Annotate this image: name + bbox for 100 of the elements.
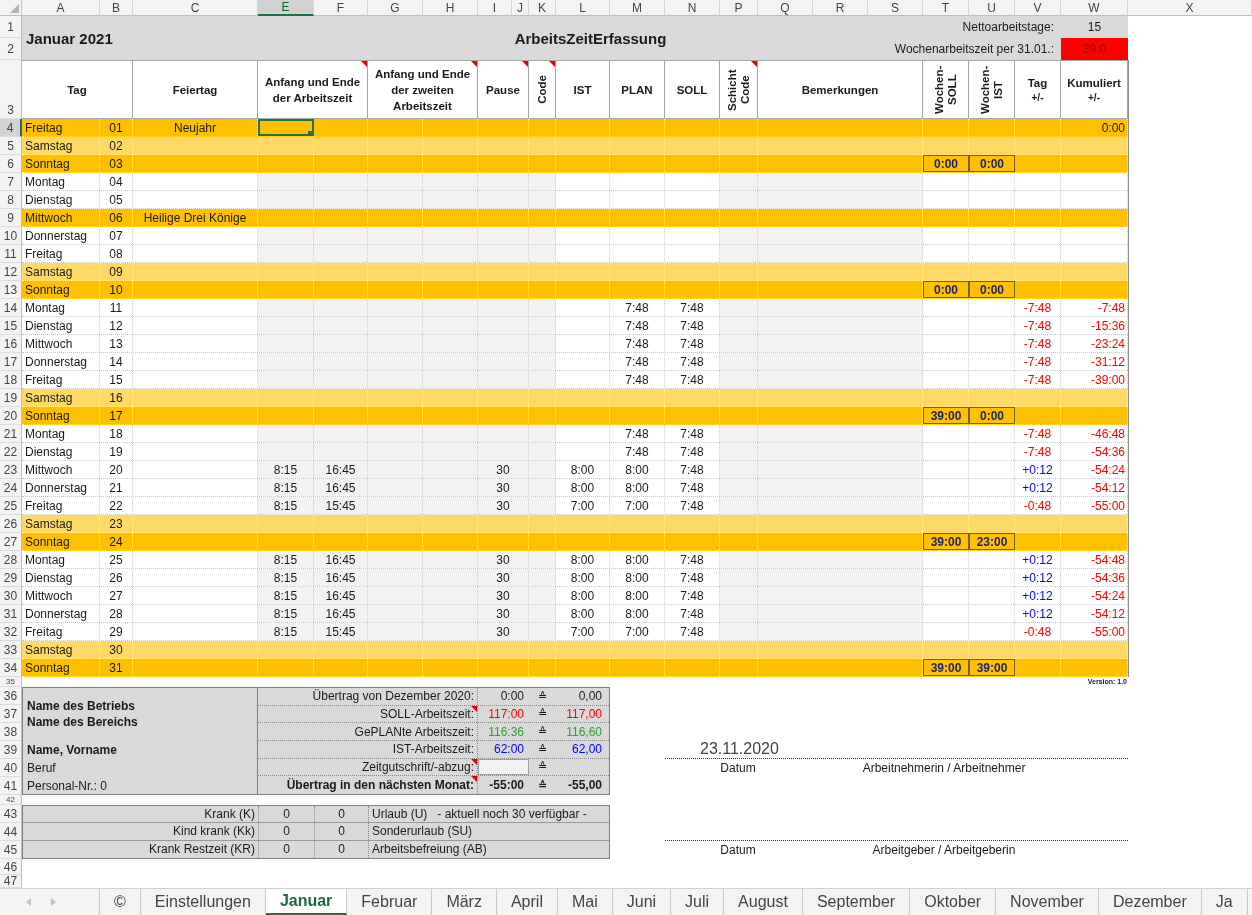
table-cell: 01 xyxy=(100,119,133,136)
sheet-tab[interactable]: April xyxy=(496,889,558,915)
row-header[interactable]: 46 xyxy=(0,859,22,875)
table-cell: 16:45 xyxy=(314,461,368,478)
selected-cell[interactable] xyxy=(258,119,314,136)
row-header[interactable]: 21 xyxy=(0,425,22,443)
row-header[interactable]: 29 xyxy=(0,569,22,587)
sheet-tab[interactable]: Juni xyxy=(612,889,672,915)
table-cell: 8:15 xyxy=(258,569,314,586)
row-header[interactable]: 23 xyxy=(0,461,22,479)
table-cell: 7:48 xyxy=(610,425,665,442)
row-header[interactable]: 45 xyxy=(0,841,22,859)
row-header[interactable]: 31 xyxy=(0,605,22,623)
signature-label: Arbeitgeber / Arbeitgeberin xyxy=(872,843,1016,857)
row-header[interactable]: 18 xyxy=(0,371,22,389)
row-header[interactable]: 11 xyxy=(0,245,22,263)
table-cell: 29 xyxy=(100,623,133,640)
row-header[interactable]: 3 xyxy=(0,60,22,119)
row-header[interactable]: 40 xyxy=(0,759,22,777)
row-header[interactable]: 27 xyxy=(0,533,22,551)
row-header[interactable]: 16 xyxy=(0,335,22,353)
row-header[interactable]: 24 xyxy=(0,479,22,497)
row-header[interactable]: 28 xyxy=(0,551,22,569)
row-header[interactable]: 5 xyxy=(0,137,22,155)
table-cell: -54:48 xyxy=(1061,551,1128,568)
column-heading: Feiertag xyxy=(172,82,218,98)
row-header[interactable]: 37 xyxy=(0,705,22,723)
row-header[interactable]: 7 xyxy=(0,173,22,191)
caret-right-icon[interactable] xyxy=(51,898,56,906)
sheet-tab[interactable]: © xyxy=(100,889,141,915)
row-header[interactable]: 44 xyxy=(0,823,22,841)
table-cell: +0:12 xyxy=(1015,605,1061,622)
table-cell: 09 xyxy=(100,263,133,280)
table-cell: Samstag xyxy=(22,389,100,406)
signature-line[interactable]: 23.11.2020 xyxy=(665,723,1128,759)
table-cell: -7:48 xyxy=(1015,371,1061,388)
row-header[interactable]: 34 xyxy=(0,659,22,677)
table-cell: 8:00 xyxy=(556,569,610,586)
row-header[interactable]: 33 xyxy=(0,641,22,659)
table-cell-text: 62:00 xyxy=(492,741,525,758)
row-header[interactable]: 4 xyxy=(0,119,22,137)
row-header[interactable]: 12 xyxy=(0,263,22,281)
row-header[interactable]: 14 xyxy=(0,299,22,317)
table-cell: 8:00 xyxy=(610,569,665,586)
table-cell: -0:48 xyxy=(1015,623,1061,640)
table-cell: -55:00 xyxy=(1061,497,1128,514)
row-header[interactable]: 41 xyxy=(0,777,22,795)
row-header[interactable]: 32 xyxy=(0,623,22,641)
row-header[interactable]: 15 xyxy=(0,317,22,335)
sheet-tab[interactable]: Oktober xyxy=(910,889,997,915)
sheet-tab[interactable]: Ja xyxy=(1201,889,1248,915)
row-header[interactable]: 38 xyxy=(0,723,22,741)
column-header[interactable]: X xyxy=(1128,0,1252,16)
sheet-tab[interactable]: Februar xyxy=(347,889,433,915)
column-heading: Tag xyxy=(67,82,87,98)
table-cell: Freitag xyxy=(22,371,100,388)
row-header[interactable]: 19 xyxy=(0,389,22,407)
triangle-icon[interactable] xyxy=(10,4,19,13)
row-header[interactable]: 43 xyxy=(0,805,22,823)
table-cell: -55:00 xyxy=(1061,623,1128,640)
row-header[interactable]: 22 xyxy=(0,443,22,461)
sheet-tab[interactable]: März xyxy=(432,889,497,915)
sheet-tab[interactable]: September xyxy=(802,889,911,915)
sheet-tab[interactable]: November xyxy=(996,889,1099,915)
table-cell: Kind krank (Kk) xyxy=(23,823,259,840)
row-header[interactable]: 20 xyxy=(0,407,22,425)
table-cell: -54:24 xyxy=(1061,587,1128,604)
row-header[interactable]: 30 xyxy=(0,587,22,605)
row-header[interactable]: 13 xyxy=(0,281,22,299)
row-header[interactable]: 9 xyxy=(0,209,22,227)
table-cell: 30 xyxy=(478,569,529,586)
table-cell: 7:48 xyxy=(610,299,665,316)
row-header[interactable]: 36 xyxy=(0,687,22,705)
sheet-tab[interactable]: August xyxy=(724,889,803,915)
sheet-tab[interactable]: Einstellungen xyxy=(140,889,266,915)
week-total-cell: 39:00 xyxy=(923,407,969,424)
table-cell: Sonntag xyxy=(22,407,100,424)
row-header[interactable]: 10 xyxy=(0,227,22,245)
leave-type-label: Sonderurlaub (SU) xyxy=(372,824,473,839)
row-header[interactable]: 6 xyxy=(0,155,22,173)
week-total-cell: 39:00 xyxy=(923,533,969,550)
column-header[interactable]: E xyxy=(258,0,314,16)
row-header[interactable]: 47 xyxy=(0,875,22,888)
table-cell: -7:48 xyxy=(1015,353,1061,370)
row-header[interactable]: 39 xyxy=(0,741,22,759)
row-header[interactable]: 26 xyxy=(0,515,22,533)
row-header[interactable]: 1 xyxy=(0,16,22,38)
table-cell: Montag xyxy=(22,299,100,316)
sheet-tab[interactable]: Juli xyxy=(671,889,725,915)
sheet-tab[interactable]: Januar xyxy=(265,889,348,915)
sheet-tab[interactable]: Mai xyxy=(557,889,613,915)
row-header[interactable]: 25 xyxy=(0,497,22,515)
row-header[interactable]: 8 xyxy=(0,191,22,209)
net-days-label: Nettoarbeitstage: xyxy=(962,20,1054,34)
table-cell: 7:48 xyxy=(610,335,665,352)
row-header[interactable]: 17 xyxy=(0,353,22,371)
sheet-tab[interactable]: Dezember xyxy=(1098,889,1202,915)
table-cell: 13 xyxy=(100,335,133,352)
caret-left-icon[interactable] xyxy=(26,898,31,906)
row-header[interactable]: 2 xyxy=(0,38,22,60)
